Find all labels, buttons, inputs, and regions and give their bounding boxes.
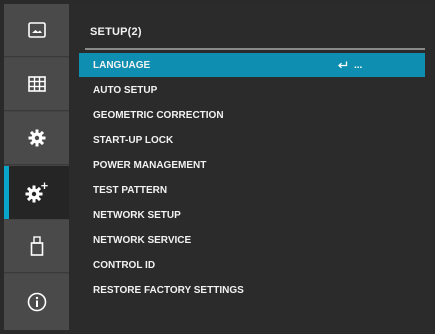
gear-icon <box>28 129 45 147</box>
divider <box>85 48 425 50</box>
menu-item-label: RESTORE FACTORY SETTINGS <box>93 284 244 296</box>
menu-item-language[interactable]: LANGUAGE ... <box>79 53 425 77</box>
enter-icon <box>338 61 348 68</box>
menu-item-start-up-lock[interactable]: START-UP LOCK <box>79 128 425 152</box>
menu-item-power-management[interactable]: POWER MANAGEMENT <box>79 153 425 177</box>
usb-icon <box>30 236 43 256</box>
menu-item-label: GEOMETRIC CORRECTION <box>93 109 224 121</box>
sidebar-item-setup[interactable] <box>4 112 69 165</box>
sidebar <box>4 4 69 330</box>
gear-plus-icon <box>25 182 48 202</box>
language-value: ... <box>338 53 362 77</box>
sidebar-item-info[interactable] <box>4 274 69 330</box>
menu-item-label: START-UP LOCK <box>93 134 174 146</box>
sidebar-item-usb[interactable] <box>4 220 69 273</box>
menu-item-label: POWER MANAGEMENT <box>93 159 207 171</box>
menu-item-restore-factory-settings[interactable]: RESTORE FACTORY SETTINGS <box>79 278 425 302</box>
menu-item-auto-setup[interactable]: AUTO SETUP <box>79 78 425 102</box>
menu-item-control-id[interactable]: CONTROL ID <box>79 253 425 277</box>
menu-item-label: LANGUAGE <box>93 59 151 71</box>
menu-item-label: NETWORK SETUP <box>93 209 181 221</box>
page-title: SETUP(2) <box>90 26 142 38</box>
menu-item-test-pattern[interactable]: TEST PATTERN <box>79 178 425 202</box>
sidebar-item-display[interactable] <box>4 58 69 111</box>
menu-item-network-setup[interactable]: NETWORK SETUP <box>79 203 425 227</box>
grid-icon <box>27 76 46 92</box>
menu-item-label: AUTO SETUP <box>93 84 158 96</box>
language-value-text: ... <box>354 59 363 71</box>
menu-item-geometric-correction[interactable]: GEOMETRIC CORRECTION <box>79 103 425 127</box>
menu-item-label: NETWORK SERVICE <box>93 234 192 246</box>
menu-item-label: CONTROL ID <box>93 259 156 271</box>
sidebar-item-setup2[interactable] <box>4 166 69 219</box>
main-panel: SETUP(2) LANGUAGE ... AUTO SETUP GEOMETR… <box>69 4 431 330</box>
menu-item-label: TEST PATTERN <box>93 184 168 196</box>
sidebar-item-picture[interactable] <box>4 4 69 57</box>
info-icon <box>27 292 46 312</box>
menu-item-network-service[interactable]: NETWORK SERVICE <box>79 228 425 252</box>
picture-icon <box>27 22 46 38</box>
